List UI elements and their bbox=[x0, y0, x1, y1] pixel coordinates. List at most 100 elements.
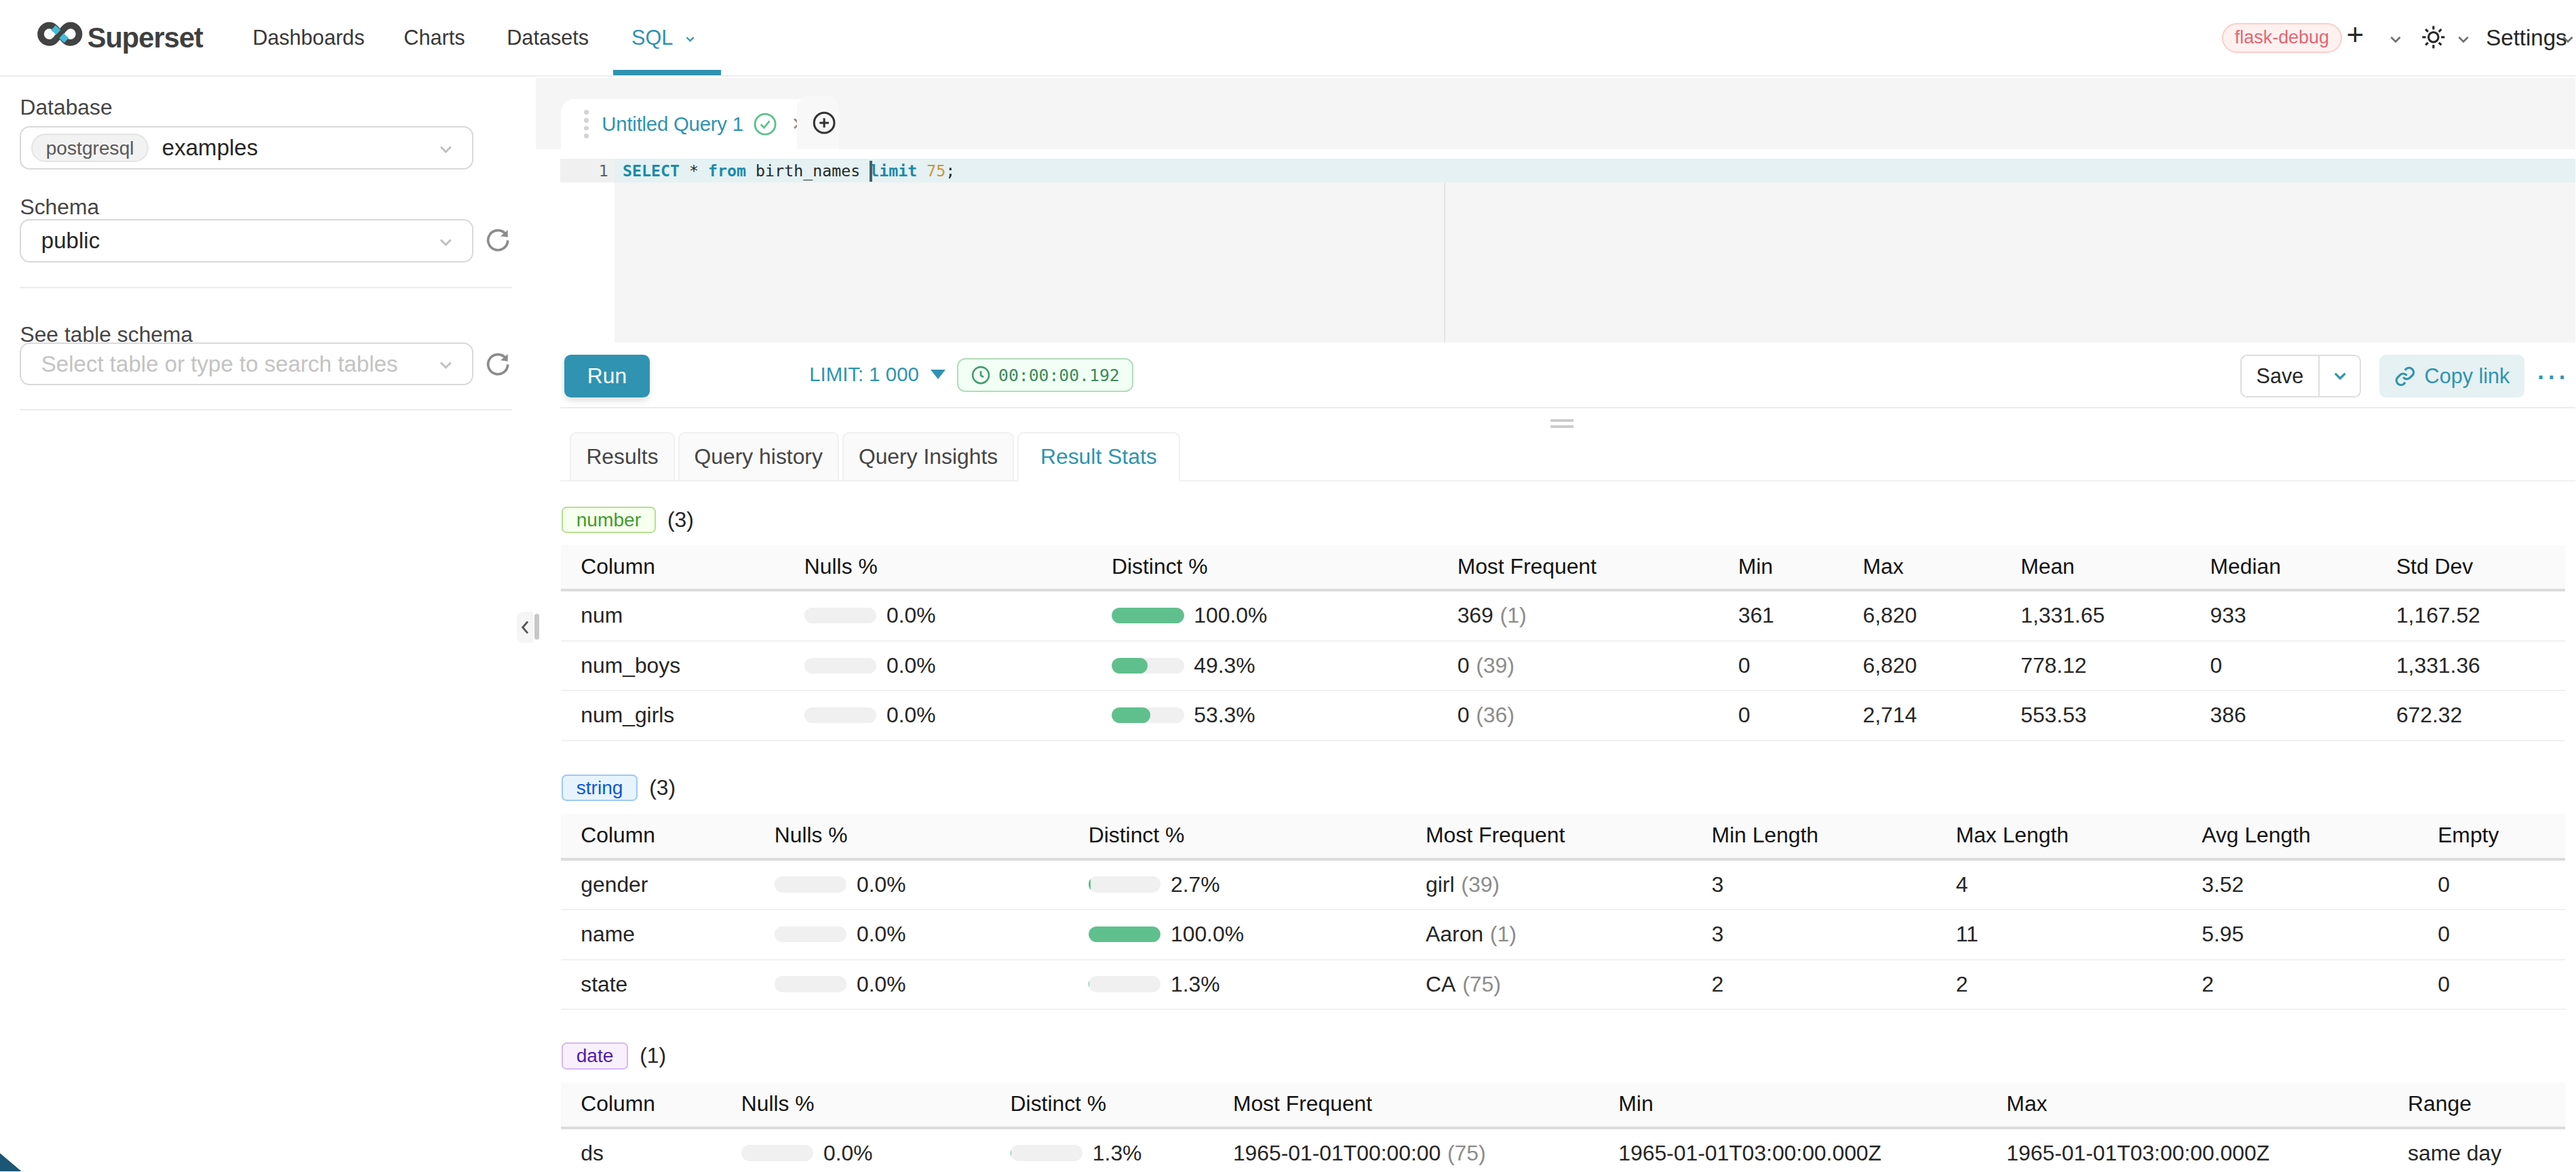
add-new-chevron-icon[interactable] bbox=[2388, 32, 2403, 47]
limit-caret-icon bbox=[931, 370, 945, 379]
table-row: num_boys0.0%49.3%0(39)06,820778.1201,331… bbox=[561, 642, 2565, 692]
percent-bar bbox=[1089, 876, 1161, 892]
sql-token bbox=[917, 161, 926, 180]
stats-table-date: ColumnNulls %Distinct %Most FrequentMinM… bbox=[561, 1082, 2565, 1171]
add-new-icon[interactable]: + bbox=[2346, 18, 2364, 52]
query-tab[interactable]: Untitled Query 1 ✕ bbox=[561, 99, 823, 150]
save-button[interactable]: Save bbox=[2240, 355, 2320, 397]
timer-value: 00:00:00.192 bbox=[998, 366, 1120, 385]
results-pane: ResultsQuery historyQuery InsightsResult… bbox=[560, 408, 2576, 1171]
table-cell: 0.0% bbox=[775, 960, 906, 1009]
percent-bar bbox=[1112, 707, 1184, 723]
column-header: Distinct % bbox=[1089, 814, 1185, 857]
section-header-date: date(1) bbox=[562, 1042, 666, 1069]
limit-dropdown[interactable]: LIMIT: 1 000 bbox=[809, 363, 945, 386]
column-header: Min bbox=[1618, 1082, 1653, 1126]
copy-link-button[interactable]: Copy link bbox=[2379, 355, 2524, 397]
pane-resize-handle[interactable] bbox=[1550, 419, 1574, 432]
sql-editor[interactable]: 1 SELECT * from birth_names limit 75; bbox=[560, 159, 2576, 342]
table-cell: Aaron(1) bbox=[1426, 910, 1517, 958]
column-header: Column bbox=[581, 545, 655, 589]
column-header: Distinct % bbox=[1112, 545, 1208, 589]
tab-drag-handle-icon[interactable] bbox=[584, 110, 589, 138]
brand-name[interactable]: Superset bbox=[87, 22, 203, 54]
sql-code-line[interactable]: SELECT * from birth_names limit 75; bbox=[614, 159, 2575, 182]
table-cell: num_boys bbox=[581, 642, 680, 690]
table-row: num0.0%100.0%369(1)3616,8201,331.659331,… bbox=[561, 591, 2565, 642]
results-tab-query-history[interactable]: Query history bbox=[678, 432, 839, 482]
table-cell: 0 bbox=[2438, 910, 2450, 958]
nav-item-datasets[interactable]: Datasets bbox=[507, 26, 589, 50]
table-cell: 778.12 bbox=[2021, 642, 2086, 690]
more-options-button[interactable]: ··· bbox=[2537, 364, 2570, 391]
table-cell: 0 bbox=[2438, 861, 2450, 909]
table-cell: 361 bbox=[1738, 591, 1774, 640]
column-header: Avg Length bbox=[2202, 814, 2311, 857]
table-cell: gender bbox=[581, 861, 648, 909]
copy-link-label: Copy link bbox=[2425, 364, 2510, 388]
database-label: Database bbox=[20, 95, 112, 120]
table-cell: same day bbox=[2408, 1129, 2501, 1172]
results-tab-results[interactable]: Results bbox=[570, 432, 674, 482]
section-header-number: number(3) bbox=[562, 507, 694, 533]
table-cell: CA(75) bbox=[1426, 960, 1501, 1009]
limit-label: LIMIT: bbox=[809, 363, 863, 386]
editor-toolbar: Run LIMIT: 1 000 00:00:00.192 Save Copy … bbox=[560, 343, 2576, 408]
table-cell: 5.95 bbox=[2202, 910, 2244, 958]
save-dropdown-caret[interactable] bbox=[2320, 355, 2361, 397]
table-cell: 0.0% bbox=[775, 910, 906, 958]
table-select-placeholder: Select table or type to search tables bbox=[41, 351, 398, 377]
type-badge-string: string bbox=[562, 775, 638, 801]
table-cell: 1.3% bbox=[1011, 1129, 1142, 1172]
sidebar-collapse-handle[interactable] bbox=[517, 612, 534, 644]
table-refresh-icon[interactable] bbox=[485, 352, 510, 377]
column-header: Max bbox=[2006, 1082, 2047, 1126]
sql-lab-sidebar: Database postgresql examples Schema publ… bbox=[0, 77, 532, 1172]
superset-logo-icon[interactable] bbox=[37, 15, 83, 59]
table-cell: 6,820 bbox=[1862, 642, 1917, 690]
sidebar-resize-thumb[interactable] bbox=[534, 614, 539, 640]
table-cell: 6,820 bbox=[1862, 591, 1917, 640]
percent-bar bbox=[775, 976, 847, 992]
run-button[interactable]: Run bbox=[564, 355, 650, 397]
table-cell: 49.3% bbox=[1112, 642, 1255, 690]
database-select[interactable]: postgresql examples bbox=[20, 126, 473, 170]
nav-item-dashboards[interactable]: Dashboards bbox=[252, 26, 364, 50]
column-count: (1) bbox=[640, 1043, 666, 1068]
theme-sun-icon[interactable] bbox=[2419, 23, 2448, 52]
chevron-down-icon bbox=[437, 234, 454, 251]
percent-bar bbox=[741, 1145, 814, 1160]
column-header: Column bbox=[581, 814, 655, 857]
table-cell: 2,714 bbox=[1862, 691, 1917, 739]
column-header: Std Dev bbox=[2396, 545, 2473, 589]
editor-canvas[interactable] bbox=[614, 182, 2575, 342]
database-value: examples bbox=[162, 135, 258, 161]
table-cell: 0(39) bbox=[1458, 642, 1515, 690]
new-tab-button[interactable] bbox=[813, 111, 836, 134]
table-select[interactable]: Select table or type to search tables bbox=[20, 343, 473, 386]
table-cell: 0.0% bbox=[804, 642, 936, 690]
column-header: Nulls % bbox=[741, 1082, 815, 1126]
table-cell: 3 bbox=[1711, 861, 1723, 909]
schema-select[interactable]: public bbox=[20, 219, 473, 262]
results-tab-query-insights[interactable]: Query Insights bbox=[842, 432, 1014, 482]
database-engine-pill: postgresql bbox=[31, 134, 149, 162]
column-header: Distinct % bbox=[1011, 1082, 1107, 1126]
link-icon bbox=[2394, 366, 2416, 387]
table-cell: 100.0% bbox=[1112, 591, 1267, 640]
column-count: (3) bbox=[667, 507, 694, 532]
sql-token: ; bbox=[945, 161, 955, 180]
nav-item-charts[interactable]: Charts bbox=[404, 26, 465, 50]
table-cell: 100.0% bbox=[1089, 910, 1244, 958]
table-cell: 1965-01-01T03:00:00.000Z bbox=[1618, 1129, 1881, 1172]
table-cell: 0.0% bbox=[775, 861, 906, 909]
settings-menu[interactable]: Settings bbox=[2486, 25, 2567, 51]
table-cell: 0 bbox=[1738, 642, 1751, 690]
theme-chevron-icon[interactable] bbox=[2456, 32, 2471, 47]
nav-item-sql[interactable]: SQL bbox=[631, 26, 697, 50]
schema-refresh-icon[interactable] bbox=[485, 228, 510, 253]
settings-chevron-icon[interactable] bbox=[2560, 32, 2575, 47]
results-tab-result-stats[interactable]: Result Stats bbox=[1017, 432, 1179, 482]
table-cell: 553.53 bbox=[2021, 691, 2086, 739]
column-header: Column bbox=[581, 1082, 655, 1126]
